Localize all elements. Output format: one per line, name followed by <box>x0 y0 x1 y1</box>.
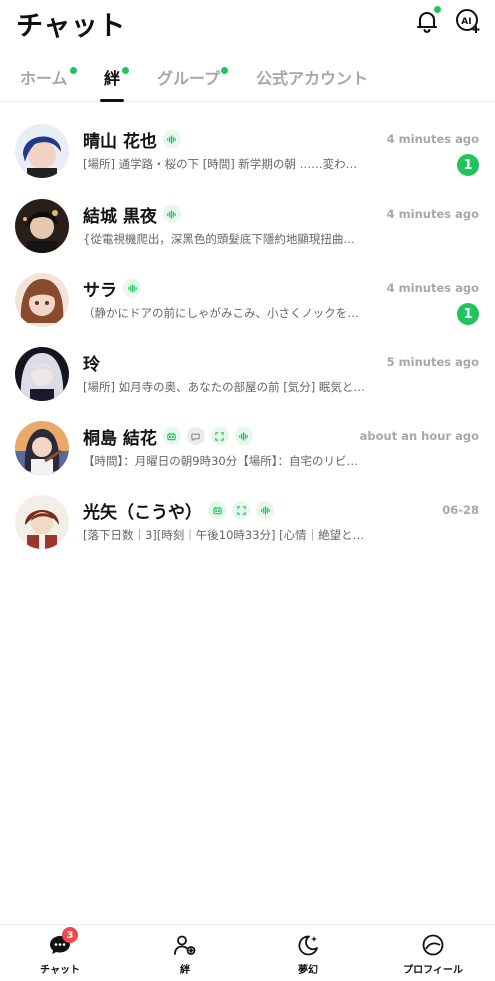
tab-label: 絆 <box>104 69 121 88</box>
nav-label: プロフィール <box>403 965 463 976</box>
avatar <box>15 199 69 253</box>
tab-dot <box>122 67 129 74</box>
chat-row-sara[interactable]: サラ （静かにドアの前にしゃがみこみ、小さくノックをする） 4 minutes … <box>0 273 495 347</box>
bottom-nav: 3 チャット 絆 夢幻 プロフィール <box>0 924 495 981</box>
nav-dream[interactable]: 夢幻 <box>268 933 348 978</box>
chat-time: 4 minutes ago <box>386 207 479 221</box>
expand-icon <box>210 427 229 445</box>
voice-icon <box>123 279 141 297</box>
chat-preview: [場所] 通学路・桜の下 [時間] 新学期の朝 ……変わらない景色 <box>83 157 365 171</box>
chat-preview: [落下日数｜3][時刻｜午後10時33分] [心情｜絶望と絶望的な孤独] <box>83 528 365 542</box>
chat-time: 06-28 <box>442 503 479 517</box>
chat-preview: {從電視機爬出，深黑色的頭髮底下隱約地顯現扭曲的表情} <box>83 232 365 246</box>
avatar <box>15 124 69 178</box>
active-tab-indicator <box>100 99 124 102</box>
ai-add-icon[interactable]: AI <box>455 8 481 34</box>
chat-row-kirishima[interactable]: 桐島 結花 【時間】：月曜日の朝9時30分【場所】：自宅のリビング about … <box>0 421 495 495</box>
chat-name: 晴山 花也 <box>83 131 157 152</box>
voice-icon <box>256 501 274 519</box>
tab-bond[interactable]: 絆 <box>104 65 129 89</box>
moon-sparkle-icon <box>296 933 320 957</box>
chat-name: 玲 <box>83 354 100 375</box>
avatar <box>15 273 69 327</box>
chat-bubble-icon: 3 <box>48 927 78 957</box>
avatar <box>15 495 69 549</box>
chat-time: about an hour ago <box>359 429 479 443</box>
chat-name-line: サラ <box>83 277 141 301</box>
avatar <box>15 421 69 475</box>
voice-icon <box>162 205 181 223</box>
chat-name: サラ <box>83 280 117 301</box>
chat-time: 4 minutes ago <box>386 281 479 295</box>
tab-label: グループ <box>157 69 221 88</box>
chat-name: 桐島 結花 <box>83 428 157 449</box>
chat-row-haruyama[interactable]: 晴山 花也 [場所] 通学路・桜の下 [時間] 新学期の朝 ……変わらない景色 … <box>0 124 495 198</box>
chat-name-line: 光矢（こうや） <box>83 499 274 523</box>
nav-unread-badge: 3 <box>62 927 78 943</box>
robot-icon <box>208 501 226 519</box>
unread-badge: 1 <box>457 154 479 176</box>
voice-icon <box>234 427 253 445</box>
chat-row-kouya[interactable]: 光矢（こうや） [落下日数｜3][時刻｜午後10時33分] [心情｜絶望と絶望的… <box>0 495 495 569</box>
chat-preview: [場所] 如月寺の奥、あなたの部屋の前 [気分] 眠気と不安 <box>83 380 365 394</box>
nav-chat[interactable]: 3 チャット <box>20 927 100 978</box>
tab-group[interactable]: グループ <box>157 65 228 89</box>
chat-preview: （静かにドアの前にしゃがみこみ、小さくノックをする） <box>83 306 365 320</box>
svg-text:AI: AI <box>461 17 471 27</box>
expand-icon <box>232 501 250 519</box>
unread-badge: 1 <box>457 303 479 325</box>
nav-bond[interactable]: 絆 <box>145 933 225 978</box>
tab-official-accounts[interactable]: 公式アカウント <box>256 65 368 89</box>
chat-name-line: 晴山 花也 <box>83 128 181 152</box>
bell-icon[interactable] <box>414 6 441 34</box>
tab-bar: ホーム 絆 グループ 公式アカウント <box>0 56 495 102</box>
tab-home[interactable]: ホーム <box>20 65 77 89</box>
nav-label: 夢幻 <box>298 965 318 976</box>
tab-dot <box>70 67 77 74</box>
tab-dot <box>221 67 228 74</box>
nav-label: 絆 <box>180 965 190 976</box>
header: チャット AI <box>0 0 495 48</box>
avatar <box>15 347 69 401</box>
chat-name-line: 玲 <box>83 351 100 375</box>
people-icon <box>173 933 197 957</box>
tab-label: ホーム <box>20 69 68 88</box>
tab-label: 公式アカウント <box>256 69 369 88</box>
chat-time: 4 minutes ago <box>386 132 479 146</box>
nav-profile[interactable]: プロフィール <box>393 933 473 978</box>
robot-icon <box>162 427 181 445</box>
chat-preview: 【時間】：月曜日の朝9時30分【場所】：自宅のリビング <box>83 454 365 468</box>
voice-icon <box>162 130 181 148</box>
chat-row-yuuki[interactable]: 結城 黒夜 {從電視機爬出，深黑色的頭髮底下隱約地顯現扭曲的表情} 4 minu… <box>0 199 495 273</box>
nav-label: チャット <box>40 965 80 976</box>
notification-dot <box>434 6 441 13</box>
profile-face-icon <box>421 933 445 957</box>
chat-time: 5 minutes ago <box>386 355 479 369</box>
chat-name: 結城 黒夜 <box>83 206 157 227</box>
page-title: チャット <box>16 11 126 42</box>
chat-icon <box>186 427 205 445</box>
chat-name: 光矢（こうや） <box>83 502 202 523</box>
chat-name-line: 結城 黒夜 <box>83 203 181 227</box>
chat-name-line: 桐島 結花 <box>83 425 253 449</box>
chat-row-rei[interactable]: 玲 [場所] 如月寺の奥、あなたの部屋の前 [気分] 眠気と不安 5 minut… <box>0 347 495 421</box>
